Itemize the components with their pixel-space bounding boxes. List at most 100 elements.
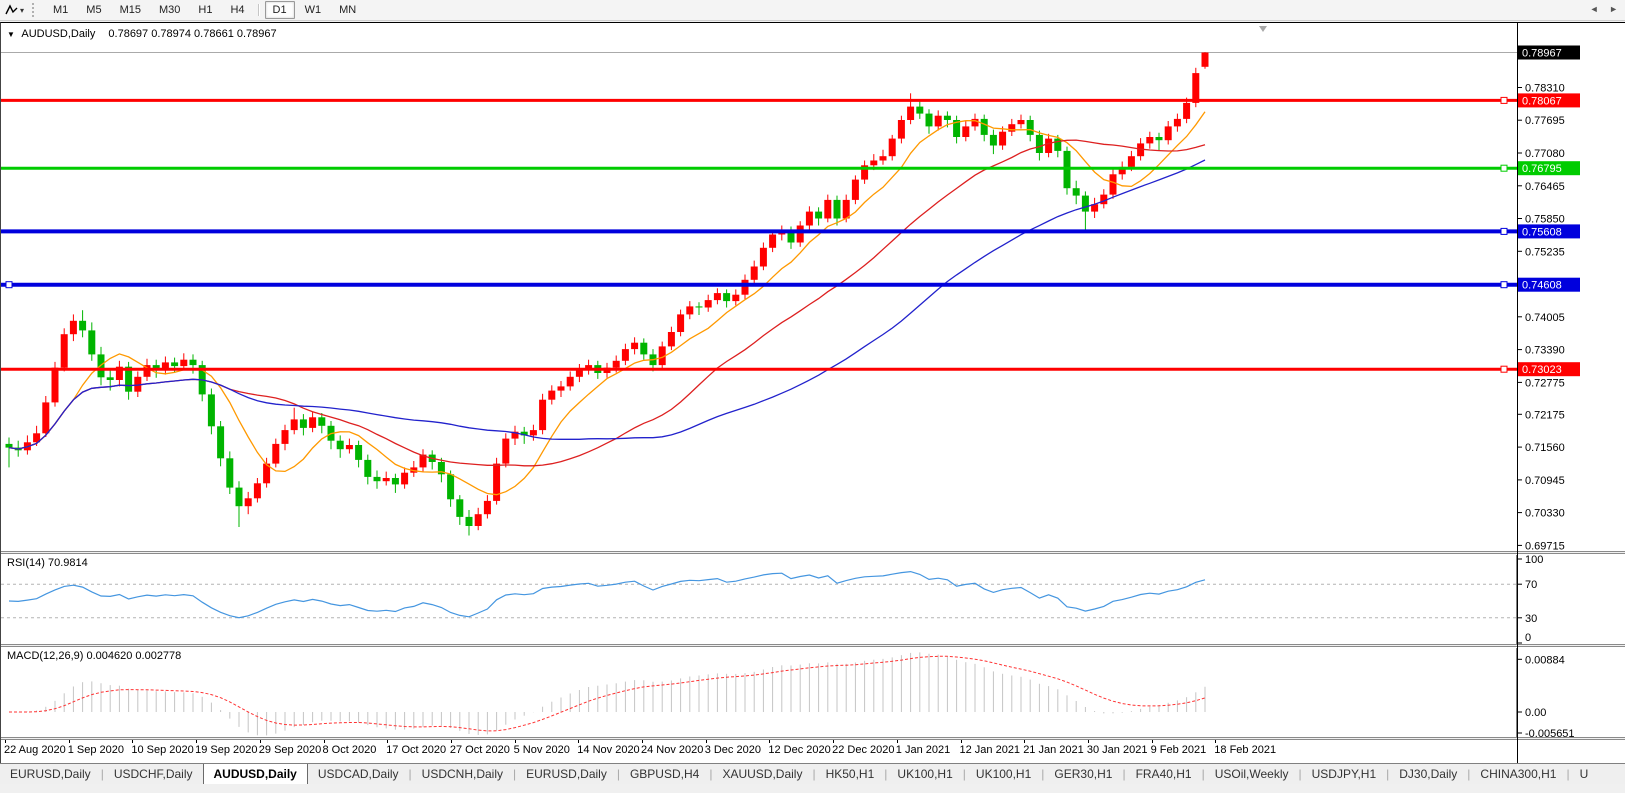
tab-usoil-weekly[interactable]: USOil,Weekly [1205,765,1299,784]
macd-tick-label: 0.00884 [1525,654,1565,666]
date-tick [451,740,452,743]
date-axis[interactable]: 22 Aug 20201 Sep 202010 Sep 202019 Sep 2… [1,740,1625,761]
timeframe-button-h4[interactable]: H4 [222,1,252,19]
tab-audusd-daily[interactable]: AUDUSD,Daily [203,763,308,784]
tab-xauusd-daily[interactable]: XAUUSD,Daily [712,765,812,784]
price-tick-label: 0.77080 [1525,148,1565,160]
macd-tick-label: 0.00 [1525,707,1546,719]
timeframe-button-h1[interactable]: H1 [190,1,220,19]
chart-window: ▼ AUDUSD,Daily 0.78697 0.78974 0.78661 0… [0,22,1625,763]
horizontal-line[interactable] [1,282,1517,288]
line-anchor[interactable] [1501,282,1507,288]
price-tick-label: 0.73390 [1525,345,1565,357]
tab-eurusd-daily[interactable]: EURUSD,Daily [0,765,101,784]
timeframe-button-mn[interactable]: MN [331,1,364,19]
timeframe-button-m5[interactable]: M5 [78,1,109,19]
horizontal-line[interactable] [1,228,1517,234]
tab-dj30-daily[interactable]: DJ30,Daily [1389,765,1467,784]
date-label: 1 Jan 2021 [896,744,950,756]
macd-tick-label: -0.005651 [1525,728,1575,737]
tab-usdcnh-daily[interactable]: USDCNH,Daily [412,765,513,784]
tab-uk100-h1[interactable]: UK100,H1 [966,765,1041,784]
price-tick-label: 0.72175 [1525,409,1565,421]
tab-fra40-h1[interactable]: FRA40,H1 [1126,765,1202,784]
tab-usdcad-daily[interactable]: USDCAD,Daily [308,765,409,784]
horizontal-line[interactable] [1,97,1517,103]
timeframe-button-m1[interactable]: M1 [45,1,76,19]
price-tick-label: 0.78310 [1525,83,1565,95]
tab-u[interactable]: U [1570,765,1599,784]
tab-usdchf-daily[interactable]: USDCHF,Daily [104,765,203,784]
scroll-right-icon[interactable]: ► [1609,4,1622,14]
collapse-triangle-icon[interactable]: ▼ [7,30,15,39]
price-tick-label: 0.76465 [1525,181,1565,193]
timeframe-button-m15[interactable]: M15 [112,1,149,19]
macd-histogram [9,652,1205,735]
date-tick [833,740,834,743]
date-label: 29 Sep 2020 [259,744,321,756]
price-tick-label: 0.77695 [1525,115,1565,127]
tab-usdjpy-h1[interactable]: USDJPY,H1 [1302,765,1386,784]
date-label: 1 Sep 2020 [68,744,124,756]
rsi-chart[interactable]: 10070300 [1,555,1625,644]
line-anchor[interactable] [1501,97,1507,103]
timeframe-buttons: M1M5M15M30H1H4 D1W1MN [44,4,365,16]
svg-text:0.73023: 0.73023 [1522,364,1562,376]
rsi-tick-label: 100 [1525,555,1543,566]
panel-separator[interactable] [1,737,1625,740]
tab-uk100-h1[interactable]: UK100,H1 [887,765,962,784]
date-label: 12 Dec 2020 [768,744,830,756]
slow-ma-line[interactable] [9,160,1205,449]
date-label: 24 Nov 2020 [641,744,703,756]
line-anchor[interactable] [6,282,12,288]
price-chart[interactable]: 0.783100.776950.770800.764650.758500.752… [1,23,1625,551]
tab-gbpusd-h4[interactable]: GBPUSD,H4 [620,765,709,784]
date-tick [260,740,261,743]
tab-china300-h1[interactable]: CHINA300,H1 [1470,765,1566,784]
chart-title: ▼ AUDUSD,Daily 0.78697 0.78974 0.78661 0… [7,28,277,40]
date-tick [324,740,325,743]
date-tick [1024,740,1025,743]
timeframe-button-m30[interactable]: M30 [151,1,188,19]
chart-shift-marker[interactable] [1259,26,1267,32]
horizontal-line[interactable] [1,366,1517,372]
tab-hk50-h1[interactable]: HK50,H1 [816,765,885,784]
date-tick [69,740,70,743]
price-tick-label: 0.75235 [1525,246,1565,258]
panel-separator[interactable] [1,551,1625,554]
date-tick [5,740,6,743]
rsi-tick-label: 0 [1525,632,1531,644]
toolbar-separator [258,4,260,16]
line-anchor[interactable] [1501,366,1507,372]
date-label: 5 Nov 2020 [514,744,570,756]
date-label: 27 Oct 2020 [450,744,510,756]
rsi-line [9,572,1205,618]
date-label: 8 Oct 2020 [323,744,377,756]
date-label: 17 Oct 2020 [386,744,446,756]
panel-separator[interactable] [1,644,1625,647]
horizontal-line[interactable] [1,165,1517,171]
price-tick-label: 0.70945 [1525,475,1565,487]
chart-tab-bar: EURUSD,Daily|USDCHF,DailyAUDUSD,DailyUSD… [0,763,1625,784]
date-label: 22 Aug 2020 [4,744,66,756]
price-axis[interactable]: 0.783100.776950.770800.764650.758500.752… [1517,46,1580,552]
tab-eurusd-daily[interactable]: EURUSD,Daily [516,765,617,784]
tab-ger30-h1[interactable]: GER30,H1 [1044,765,1122,784]
line-anchor[interactable] [1501,228,1507,234]
date-tick [132,740,133,743]
chevron-down-icon[interactable]: ▾ [20,6,24,15]
macd-indicator-label: MACD(12,26,9) 0.004620 0.002778 [7,650,181,662]
timeframe-toolbar: ▾ M1M5M15M30H1H4 D1W1MN [0,0,1625,21]
date-tick [196,740,197,743]
price-tick-label: 0.69715 [1525,540,1565,551]
chart-symbol-label: AUDUSD,Daily [21,28,95,40]
line-studies-icon[interactable] [4,4,18,16]
svg-text:0.74608: 0.74608 [1522,280,1562,292]
toolbar-drag-grip[interactable] [32,3,38,17]
scroll-left-icon[interactable]: ◄ [1590,4,1603,14]
macd-chart[interactable]: 0.00884 0.00 -0.005651 [1,648,1625,737]
mid-ma-line[interactable] [9,140,1205,466]
timeframe-button-w1[interactable]: W1 [297,1,330,19]
timeframe-button-d1[interactable]: D1 [265,1,295,19]
line-anchor[interactable] [1501,165,1507,171]
